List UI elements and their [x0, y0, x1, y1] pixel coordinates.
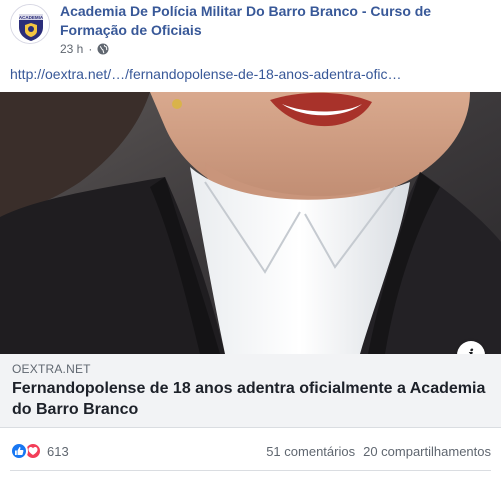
- reaction-count[interactable]: 613: [47, 444, 69, 459]
- stats-divider: [10, 470, 491, 471]
- link-source: OEXTRA.NET: [12, 362, 91, 376]
- meta-separator: ·: [88, 42, 93, 56]
- page-name-link[interactable]: Academia De Polícia Militar Do Barro Bra…: [60, 2, 490, 40]
- academy-crest-icon: ACADEMIA: [11, 5, 49, 43]
- shares-count[interactable]: 20 compartilhamentos: [363, 444, 491, 459]
- like-icon: [10, 442, 28, 460]
- globe-icon[interactable]: [97, 43, 109, 55]
- avatar-lettering: ACADEMIA: [19, 15, 44, 20]
- portrait-photo: [0, 92, 501, 354]
- post-header: ACADEMIA Academia De Polícia Militar Do …: [10, 2, 490, 62]
- post-stats: 613 51 comentários 20 compartilhamentos: [10, 440, 491, 462]
- post-link[interactable]: http://oextra.net/…/fernandopolense-de-1…: [10, 66, 401, 82]
- link-title[interactable]: Fernandopolense de 18 anos adentra ofici…: [12, 378, 492, 420]
- engagement-counts: 51 comentários 20 compartilhamentos: [266, 444, 491, 459]
- page-avatar[interactable]: ACADEMIA: [10, 4, 50, 44]
- facebook-post: ACADEMIA Academia De Polícia Militar Do …: [0, 0, 501, 477]
- link-card[interactable]: OEXTRA.NET Fernandopolense de 18 anos ad…: [0, 354, 501, 428]
- link-preview-image[interactable]: [0, 92, 501, 354]
- comments-count[interactable]: 51 comentários: [266, 444, 355, 459]
- post-timestamp[interactable]: 23 h: [60, 42, 83, 56]
- post-meta: 23 h ·: [60, 42, 109, 56]
- reactions-summary[interactable]: 613: [10, 442, 69, 460]
